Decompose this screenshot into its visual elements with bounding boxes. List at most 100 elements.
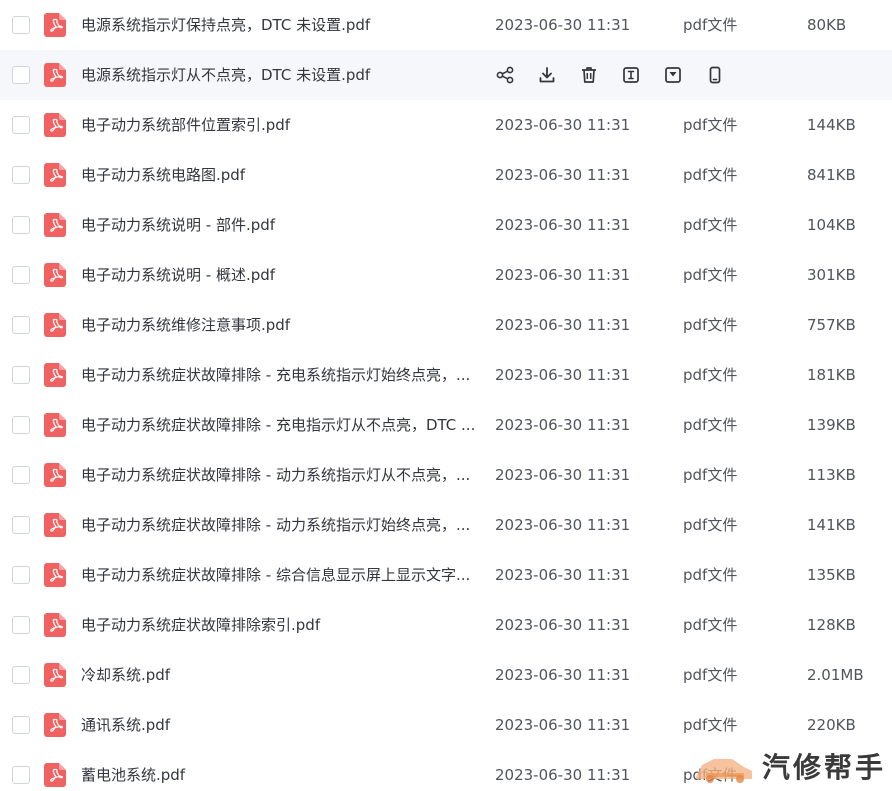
rename-icon[interactable]: [620, 64, 642, 86]
pdf-file-icon: [44, 413, 66, 437]
row-actions: [494, 50, 746, 100]
file-size: 141KB: [807, 516, 856, 534]
share-icon[interactable]: [494, 64, 516, 86]
file-size: 104KB: [807, 216, 856, 234]
download-icon[interactable]: [536, 64, 558, 86]
file-name[interactable]: 电子动力系统症状故障排除 - 综合信息显示屏上显示文字...: [81, 550, 481, 600]
file-date: 2023-06-30 11:31: [495, 16, 631, 34]
pdf-file-icon: [44, 113, 66, 137]
pdf-file-icon: [44, 763, 66, 787]
file-date: 2023-06-30 11:31: [495, 466, 631, 484]
file-size: 220KB: [807, 716, 856, 734]
pdf-file-icon: [44, 263, 66, 287]
file-row[interactable]: 电子动力系统说明 - 概述.pdf 2023-06-30 11:31 pdf文件…: [0, 250, 892, 300]
pdf-file-icon: [44, 13, 66, 37]
file-row[interactable]: 电子动力系统说明 - 部件.pdf 2023-06-30 11:31 pdf文件…: [0, 200, 892, 250]
row-checkbox[interactable]: [12, 566, 30, 584]
file-row[interactable]: 电源系统指示灯从不点亮，DTC 未设置.pdf: [0, 50, 892, 100]
row-checkbox[interactable]: [12, 466, 30, 484]
file-row[interactable]: 电子动力系统症状故障排除 - 充电系统指示灯始终点亮，... 2023-06-3…: [0, 350, 892, 400]
file-date: 2023-06-30 11:31: [495, 516, 631, 534]
pdf-file-icon: [44, 713, 66, 737]
file-type: pdf文件: [683, 416, 738, 434]
file-size: 301KB: [807, 266, 856, 284]
file-name[interactable]: 电子动力系统电路图.pdf: [81, 150, 481, 200]
pdf-file-icon: [44, 363, 66, 387]
file-type: pdf文件: [683, 566, 738, 584]
row-checkbox[interactable]: [12, 216, 30, 234]
file-type: pdf文件: [683, 16, 738, 34]
pdf-file-icon: [44, 463, 66, 487]
file-date: 2023-06-30 11:31: [495, 416, 631, 434]
row-checkbox[interactable]: [12, 516, 30, 534]
file-name[interactable]: 电子动力系统症状故障排除索引.pdf: [81, 600, 481, 650]
file-name[interactable]: 电子动力系统症状故障排除 - 动力系统指示灯从不点亮，...: [81, 450, 481, 500]
row-checkbox[interactable]: [12, 616, 30, 634]
file-row[interactable]: 电子动力系统电路图.pdf 2023-06-30 11:31 pdf文件 841…: [0, 150, 892, 200]
row-checkbox[interactable]: [12, 116, 30, 134]
file-size: 80KB: [807, 16, 847, 34]
file-type: pdf文件: [683, 666, 738, 684]
move-icon[interactable]: [662, 64, 684, 86]
row-checkbox[interactable]: [12, 766, 30, 784]
file-row[interactable]: 电子动力系统症状故障排除 - 动力系统指示灯从不点亮，... 2023-06-3…: [0, 450, 892, 500]
row-checkbox[interactable]: [12, 716, 30, 734]
row-checkbox[interactable]: [12, 166, 30, 184]
file-size: 135KB: [807, 566, 856, 584]
file-name[interactable]: 通讯系统.pdf: [81, 700, 481, 750]
file-type: pdf文件: [683, 266, 738, 284]
file-name[interactable]: 电子动力系统说明 - 部件.pdf: [81, 200, 481, 250]
file-row[interactable]: 冷却系统.pdf 2023-06-30 11:31 pdf文件 2.01MB: [0, 650, 892, 700]
pdf-file-icon: [44, 513, 66, 537]
file-row[interactable]: 通讯系统.pdf 2023-06-30 11:31 pdf文件 220KB: [0, 700, 892, 750]
file-name[interactable]: 电子动力系统部件位置索引.pdf: [81, 100, 481, 150]
row-checkbox[interactable]: [12, 666, 30, 684]
file-date: 2023-06-30 11:31: [495, 766, 631, 784]
file-date: 2023-06-30 11:31: [495, 566, 631, 584]
file-name[interactable]: 电源系统指示灯从不点亮，DTC 未设置.pdf: [81, 50, 481, 100]
file-list: 电源系统指示灯保持点亮，DTC 未设置.pdf 2023-06-30 11:31…: [0, 0, 892, 791]
file-row[interactable]: 电子动力系统症状故障排除 - 综合信息显示屏上显示文字... 2023-06-3…: [0, 550, 892, 600]
file-name[interactable]: 电子动力系统症状故障排除 - 动力系统指示灯始终点亮，...: [81, 500, 481, 550]
file-row[interactable]: 电源系统指示灯保持点亮，DTC 未设置.pdf 2023-06-30 11:31…: [0, 0, 892, 50]
file-name[interactable]: 电子动力系统症状故障排除 - 充电系统指示灯始终点亮，...: [81, 350, 481, 400]
file-row[interactable]: 电子动力系统症状故障排除 - 充电指示灯从不点亮，DTC ... 2023-06…: [0, 400, 892, 450]
pdf-file-icon: [44, 563, 66, 587]
file-name[interactable]: 电子动力系统症状故障排除 - 充电指示灯从不点亮，DTC ...: [81, 400, 481, 450]
file-size: 841KB: [807, 166, 856, 184]
file-row[interactable]: 电子动力系统症状故障排除索引.pdf 2023-06-30 11:31 pdf文…: [0, 600, 892, 650]
pdf-file-icon: [44, 63, 66, 87]
file-row[interactable]: 蓄电池系统.pdf 2023-06-30 11:31 pdf文件: [0, 750, 892, 791]
file-type: pdf文件: [683, 166, 738, 184]
pdf-file-icon: [44, 613, 66, 637]
file-name[interactable]: 冷却系统.pdf: [81, 650, 481, 700]
delete-icon[interactable]: [578, 64, 600, 86]
file-type: pdf文件: [683, 516, 738, 534]
file-name[interactable]: 蓄电池系统.pdf: [81, 750, 481, 791]
file-date: 2023-06-30 11:31: [495, 166, 631, 184]
file-row[interactable]: 电子动力系统症状故障排除 - 动力系统指示灯始终点亮，... 2023-06-3…: [0, 500, 892, 550]
file-date: 2023-06-30 11:31: [495, 716, 631, 734]
row-checkbox[interactable]: [12, 416, 30, 434]
file-name[interactable]: 电子动力系统说明 - 概述.pdf: [81, 250, 481, 300]
file-type: pdf文件: [683, 216, 738, 234]
row-checkbox[interactable]: [12, 366, 30, 384]
file-date: 2023-06-30 11:31: [495, 116, 631, 134]
row-checkbox[interactable]: [12, 266, 30, 284]
file-date: 2023-06-30 11:31: [495, 316, 631, 334]
file-type: pdf文件: [683, 366, 738, 384]
file-row[interactable]: 电子动力系统维修注意事项.pdf 2023-06-30 11:31 pdf文件 …: [0, 300, 892, 350]
file-date: 2023-06-30 11:31: [495, 616, 631, 634]
file-size: 2.01MB: [807, 666, 864, 684]
file-size: 757KB: [807, 316, 856, 334]
phone-icon[interactable]: [704, 64, 726, 86]
row-checkbox[interactable]: [12, 16, 30, 34]
file-name[interactable]: 电源系统指示灯保持点亮，DTC 未设置.pdf: [81, 0, 481, 50]
row-checkbox[interactable]: [12, 66, 30, 84]
file-name[interactable]: 电子动力系统维修注意事项.pdf: [81, 300, 481, 350]
file-row[interactable]: 电子动力系统部件位置索引.pdf 2023-06-30 11:31 pdf文件 …: [0, 100, 892, 150]
pdf-file-icon: [44, 313, 66, 337]
pdf-file-icon: [44, 663, 66, 687]
file-size: 144KB: [807, 116, 856, 134]
row-checkbox[interactable]: [12, 316, 30, 334]
